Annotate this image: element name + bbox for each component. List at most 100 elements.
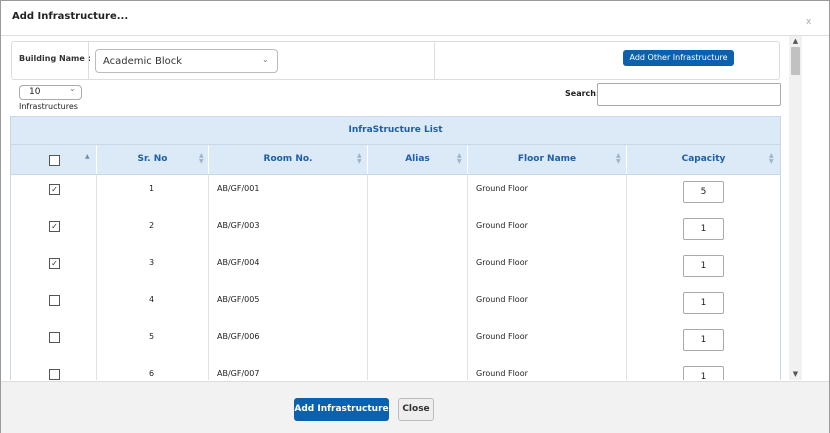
row-checkbox[interactable]: ✓ <box>49 184 60 195</box>
capacity-input[interactable]: 1 <box>683 329 724 351</box>
alias-cell <box>368 286 468 323</box>
page-length-select[interactable]: 10 ⌄ <box>19 84 82 100</box>
scroll-up-icon[interactable]: ▲ <box>789 36 802 47</box>
capacity-cell: 1 <box>627 286 780 323</box>
column-header-room-no[interactable]: Room No. ▲ ▼ <box>209 145 368 174</box>
dialog-body: Building Name : Academic Block ⌄ Add Oth… <box>1 36 789 380</box>
add-infrastructure-dialog: Add Infrastructure... x Building Name : … <box>0 0 830 433</box>
row-checkbox[interactable]: ✓ <box>49 258 60 269</box>
close-button[interactable]: Close <box>398 398 434 421</box>
room-no-value: AB/GF/004 <box>217 258 260 267</box>
row-checkbox[interactable] <box>49 295 60 306</box>
sr-no-value: 6 <box>149 369 155 378</box>
capacity-input[interactable]: 1 <box>683 366 724 380</box>
capacity-cell: 1 <box>627 249 780 286</box>
sr-no-cell: 3 <box>97 249 209 286</box>
capacity-input[interactable]: 1 <box>683 255 724 277</box>
column-header-capacity[interactable]: Capacity ▲ ▼ <box>627 145 780 174</box>
floor-name-value: Ground Floor <box>476 295 528 304</box>
floor-name-cell: Ground Floor <box>468 212 627 249</box>
floor-name-value: Ground Floor <box>476 258 528 267</box>
sr-no-value: 3 <box>149 258 155 267</box>
search-input[interactable] <box>597 83 781 106</box>
alias-cell <box>368 323 468 360</box>
floor-name-value: Ground Floor <box>476 369 528 378</box>
column-header-label: Floor Name <box>517 154 577 164</box>
sort-icon: ▲ ▼ <box>357 152 362 165</box>
floor-name-value: Ground Floor <box>476 221 528 230</box>
table-header-row: ▲ Sr. No ▲ ▼ Room No. ▲ ▼ Alias ▲ ▼ Floor N… <box>11 145 780 175</box>
building-filter-panel: Building Name : Academic Block ⌄ Add Oth… <box>11 41 780 80</box>
column-header-alias[interactable]: Alias ▲ ▼ <box>368 145 468 174</box>
table-row[interactable]: ✓ 2 AB/GF/003 Ground Floor 1 <box>11 212 780 250</box>
room-no-value: AB/GF/001 <box>217 184 260 193</box>
page-length-value: 10 <box>29 87 41 97</box>
divider <box>434 42 435 79</box>
search-label: Search: <box>565 89 600 98</box>
table-row[interactable]: 6 AB/GF/007 Ground Floor 1 <box>11 360 780 380</box>
alias-cell <box>368 212 468 249</box>
scroll-down-icon[interactable]: ▼ <box>789 369 802 380</box>
page-length-label: Infrastructures <box>19 102 78 111</box>
floor-name-value: Ground Floor <box>476 184 528 193</box>
column-header-label: Room No. <box>263 154 313 164</box>
column-header-label: Capacity <box>681 154 726 164</box>
room-no-cell: AB/GF/001 <box>209 175 368 212</box>
add-other-infrastructure-button[interactable]: Add Other Infrastructure <box>623 50 734 66</box>
room-no-value: AB/GF/007 <box>217 369 260 378</box>
select-cell <box>11 323 97 360</box>
dialog-footer: Add Infrastructure Close <box>1 381 829 433</box>
infrastructure-table: InfraStructure List ▲ Sr. No ▲ ▼ Room No.… <box>10 116 781 380</box>
row-checkbox[interactable] <box>49 332 60 343</box>
row-checkbox[interactable] <box>49 369 60 380</box>
sr-no-value: 4 <box>149 295 155 304</box>
sort-icon: ▲ ▼ <box>616 152 621 165</box>
select-cell: ✓ <box>11 212 97 249</box>
room-no-value: AB/GF/005 <box>217 295 260 304</box>
table-row[interactable]: 5 AB/GF/006 Ground Floor 1 <box>11 323 780 361</box>
room-no-cell: AB/GF/007 <box>209 360 368 380</box>
select-cell <box>11 360 97 380</box>
select-cell <box>11 286 97 323</box>
sort-icon: ▲ ▼ <box>199 152 204 165</box>
dialog-titlebar: Add Infrastructure... x <box>1 1 829 36</box>
select-all-checkbox[interactable] <box>49 155 60 166</box>
close-icon[interactable]: x <box>806 17 811 27</box>
table-row[interactable]: 4 AB/GF/005 Ground Floor 1 <box>11 286 780 324</box>
capacity-input[interactable]: 1 <box>683 218 724 240</box>
sr-no-value: 1 <box>149 184 155 193</box>
alias-cell <box>368 249 468 286</box>
capacity-cell: 5 <box>627 175 780 212</box>
capacity-input[interactable]: 5 <box>683 181 724 203</box>
building-name-select[interactable]: Academic Block ⌄ <box>95 49 278 73</box>
sort-icon: ▲ ▼ <box>457 152 462 165</box>
capacity-cell: 1 <box>627 323 780 360</box>
column-header-label: Alias <box>405 154 430 164</box>
sr-no-cell: 4 <box>97 286 209 323</box>
row-checkbox[interactable]: ✓ <box>49 221 60 232</box>
add-infrastructure-button[interactable]: Add Infrastructure <box>294 398 389 421</box>
sr-no-value: 2 <box>149 221 155 230</box>
column-header-select[interactable]: ▲ <box>11 145 97 174</box>
sr-no-cell: 6 <box>97 360 209 380</box>
sort-icon: ▲ ▼ <box>769 152 774 165</box>
floor-name-value: Ground Floor <box>476 332 528 341</box>
select-cell: ✓ <box>11 249 97 286</box>
sr-no-cell: 5 <box>97 323 209 360</box>
column-header-sr-no[interactable]: Sr. No ▲ ▼ <box>97 145 209 174</box>
building-name-label: Building Name : <box>19 54 91 63</box>
table-caption: InfraStructure List <box>11 117 780 145</box>
floor-name-cell: Ground Floor <box>468 360 627 380</box>
floor-name-cell: Ground Floor <box>468 286 627 323</box>
table-row[interactable]: ✓ 1 AB/GF/001 Ground Floor 5 <box>11 175 780 213</box>
vertical-scrollbar[interactable]: ▲ ▼ <box>789 36 802 380</box>
capacity-input[interactable]: 1 <box>683 292 724 314</box>
column-header-floor-name[interactable]: Floor Name ▲ ▼ <box>468 145 627 174</box>
table-row[interactable]: ✓ 3 AB/GF/004 Ground Floor 1 <box>11 249 780 287</box>
sort-asc-icon: ▲ <box>85 153 90 160</box>
floor-name-cell: Ground Floor <box>468 323 627 360</box>
alias-cell <box>368 360 468 380</box>
scroll-thumb[interactable] <box>791 47 800 75</box>
room-no-value: AB/GF/003 <box>217 221 260 230</box>
capacity-cell: 1 <box>627 212 780 249</box>
